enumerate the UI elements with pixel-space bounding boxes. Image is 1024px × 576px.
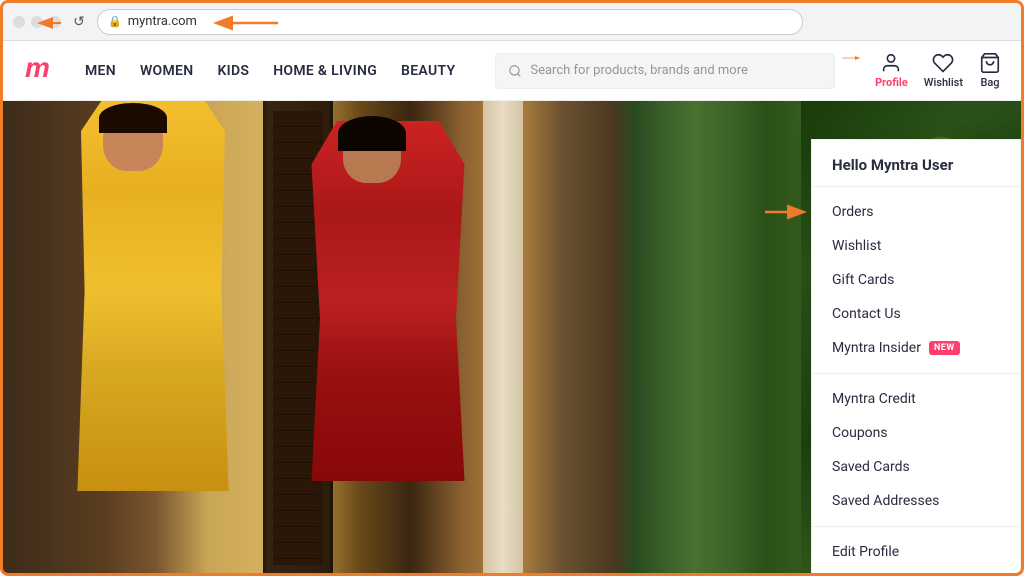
browser-frame: ↺ 🔒 myntra.com m MEN WOMEN KIDS	[0, 0, 1024, 576]
coupons-label: Coupons	[832, 425, 888, 441]
dropdown-orders[interactable]: Orders	[812, 195, 1020, 229]
nav-men[interactable]: MEN	[85, 63, 116, 79]
address-bar[interactable]: 🔒 myntra.com	[97, 9, 803, 35]
saved-cards-label: Saved Cards	[832, 459, 910, 475]
nav-links: MEN WOMEN KIDS HOME & LIVING BEAUTY	[85, 63, 455, 79]
dropdown-section-3: Edit Profile Logout	[812, 527, 1020, 576]
svg-text:m: m	[25, 52, 50, 83]
profile-label: Profile	[875, 76, 908, 89]
wishlist-icon-item[interactable]: Wishlist	[924, 52, 963, 89]
dropdown-logout[interactable]: Logout	[812, 569, 1020, 576]
nav-icons: Profile Wishlist Bag	[875, 52, 1001, 89]
lock-icon: 🔒	[108, 15, 122, 28]
browser-chrome: ↺ 🔒 myntra.com	[3, 3, 1021, 41]
dropdown-gift-cards[interactable]: Gift Cards	[812, 263, 1020, 297]
search-placeholder: Search for products, brands and more	[530, 63, 748, 78]
dropdown-myntra-insider[interactable]: Myntra Insider New	[812, 331, 1020, 365]
reload-button[interactable]: ↺	[69, 12, 89, 32]
dropdown-coupons[interactable]: Coupons	[812, 416, 1020, 450]
dropdown-section-1: Orders Wishlist Gift Cards Contact Us My…	[812, 187, 1020, 374]
dropdown-saved-addresses[interactable]: Saved Addresses	[812, 484, 1020, 518]
myntra-credit-label: Myntra Credit	[832, 391, 916, 407]
dropdown-greeting: Hello Myntra User	[812, 140, 1020, 187]
wishlist-menu-label: Wishlist	[832, 238, 881, 254]
nav-home-living[interactable]: HOME & LIVING	[273, 63, 377, 79]
navbar: m MEN WOMEN KIDS HOME & LIVING BEAUTY Se…	[3, 41, 1021, 101]
close-btn[interactable]	[13, 16, 25, 28]
dropdown-section-2: Myntra Credit Coupons Saved Cards Saved …	[812, 374, 1020, 527]
nav-kids[interactable]: KIDS	[217, 63, 249, 79]
edit-profile-label: Edit Profile	[832, 544, 899, 560]
new-badge: New	[929, 341, 960, 355]
dropdown-saved-cards[interactable]: Saved Cards	[812, 450, 1020, 484]
logo[interactable]: m	[23, 51, 55, 90]
nav-beauty[interactable]: BEAUTY	[401, 63, 455, 79]
search-bar[interactable]: Search for products, brands and more	[495, 53, 835, 89]
dropdown-contact-us[interactable]: Contact Us	[812, 297, 1020, 331]
bag-icon-item[interactable]: Bag	[979, 52, 1001, 89]
url-text: myntra.com	[128, 14, 792, 29]
bag-label: Bag	[980, 76, 999, 89]
gift-cards-label: Gift Cards	[832, 272, 894, 288]
nav-women[interactable]: WOMEN	[140, 63, 194, 79]
orders-label: Orders	[832, 204, 874, 220]
contact-us-label: Contact Us	[832, 306, 901, 322]
dropdown-edit-profile[interactable]: Edit Profile	[812, 535, 1020, 569]
dropdown-myntra-credit[interactable]: Myntra Credit	[812, 382, 1020, 416]
myntra-insider-label: Myntra Insider	[832, 340, 921, 356]
saved-addresses-label: Saved Addresses	[832, 493, 939, 509]
profile-icon-item[interactable]: Profile	[875, 52, 908, 89]
dropdown-wishlist[interactable]: Wishlist	[812, 229, 1020, 263]
wishlist-label: Wishlist	[924, 76, 963, 89]
dropdown-menu: Hello Myntra User Orders	[811, 139, 1021, 576]
